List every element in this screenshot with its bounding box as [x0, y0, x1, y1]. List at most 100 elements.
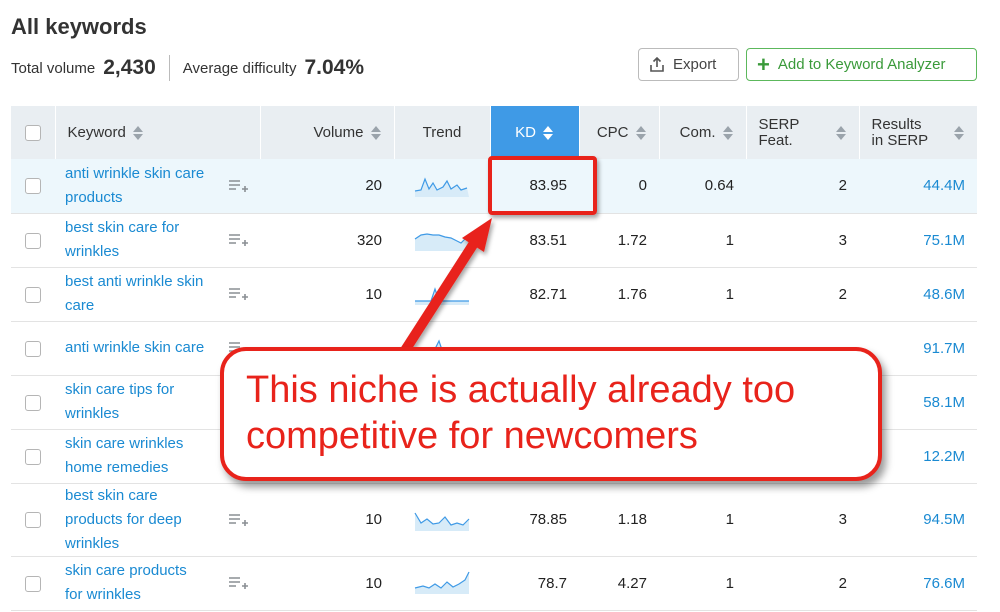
- row-checkbox[interactable]: [25, 232, 41, 249]
- row-checkbox[interactable]: [25, 178, 41, 195]
- column-header-serp-features[interactable]: SERP Feat.: [746, 106, 860, 159]
- export-button[interactable]: Export: [638, 48, 739, 81]
- row-checkbox[interactable]: [25, 286, 41, 303]
- trend-sparkline: [414, 512, 470, 531]
- column-header-results[interactable]: Results in SERP: [859, 106, 978, 159]
- trend-cell: [394, 213, 490, 268]
- keyword-link[interactable]: anti wrinkle skin care products: [65, 162, 205, 210]
- row-checkbox[interactable]: [25, 448, 41, 465]
- volume-cell: 10: [260, 267, 394, 322]
- volume-cell: 10: [260, 556, 394, 611]
- table-row[interactable]: skin care products for wrinkles 10 78.7 4.2…: [11, 556, 977, 611]
- kd-cell: 78.7: [490, 556, 579, 611]
- com-cell: 0.64: [659, 159, 746, 214]
- column-header-cpc[interactable]: CPC: [579, 106, 660, 159]
- total-volume-label: Total volume: [11, 59, 96, 77]
- row-select-cell: [11, 556, 55, 611]
- keyword-link[interactable]: skin care tips for wrinkles: [65, 378, 205, 426]
- column-label-com: Com.: [679, 124, 716, 141]
- table-row[interactable]: best skin care for wrinkles 320 83.51 1.72 1…: [11, 213, 977, 268]
- column-header-keyword[interactable]: Keyword: [55, 106, 261, 159]
- trend-sparkline: [414, 233, 470, 251]
- cpc-cell: 1.72: [579, 213, 659, 268]
- column-label-results: Results in SERP: [872, 117, 929, 149]
- column-label-kd: KD: [515, 124, 536, 141]
- plus-icon: +: [757, 51, 770, 77]
- row-checkbox[interactable]: [25, 394, 41, 411]
- select-all-checkbox[interactable]: [24, 125, 41, 142]
- total-volume-value: 2,430: [103, 56, 156, 79]
- keyword-cell: skin care products for wrinkles: [55, 556, 260, 611]
- trend-sparkline: [414, 177, 469, 197]
- results-link[interactable]: 48.6M: [859, 267, 977, 322]
- column-header-com[interactable]: Com.: [659, 106, 747, 159]
- table-row[interactable]: best anti wrinkle skin care 10 82.71 1.76 1 2…: [11, 267, 977, 322]
- column-label-cpc: CPC: [596, 124, 629, 141]
- serp-features-cell: 3: [746, 483, 859, 557]
- avg-difficulty-label: Average difficulty: [182, 59, 297, 77]
- kd-cell: 78.85: [490, 483, 579, 557]
- keyword-link[interactable]: skin care wrinkles home remedies: [65, 432, 205, 480]
- serp-features-cell: 2: [746, 267, 859, 322]
- trend-sparkline: [414, 571, 470, 594]
- annotation-callout: This niche is actually already too compe…: [220, 347, 882, 481]
- column-header-trend: Trend: [394, 106, 491, 159]
- volume-cell: 320: [260, 213, 394, 268]
- annotation-text: This niche is actually already too compe…: [246, 369, 796, 457]
- column-label-serp-line2: Feat.: [758, 132, 793, 149]
- trend-cell: [394, 267, 490, 322]
- results-link[interactable]: 76.6M: [859, 556, 977, 611]
- add-to-keyword-analyzer-button[interactable]: + Add to Keyword Analyzer: [746, 48, 977, 81]
- add-to-list-icon[interactable]: [228, 179, 248, 193]
- add-to-list-icon[interactable]: [228, 576, 248, 590]
- table-header-row: Keyword Volume Trend KD CPC Com. SERP Fea…: [11, 106, 978, 159]
- kd-cell: 82.71: [490, 267, 579, 322]
- sort-icon: [132, 125, 144, 141]
- column-label-keyword: Keyword: [67, 124, 126, 141]
- add-to-keyword-analyzer-label: Add to Keyword Analyzer: [777, 56, 946, 73]
- sort-icon: [542, 125, 554, 141]
- serp-features-cell: 3: [746, 213, 859, 268]
- column-header-kd[interactable]: KD: [490, 106, 580, 159]
- row-select-cell: [11, 375, 55, 430]
- page-title: All keywords: [11, 14, 147, 39]
- keyword-link[interactable]: skin care products for wrinkles: [65, 559, 205, 607]
- row-checkbox[interactable]: [25, 512, 41, 529]
- table-row[interactable]: best skin care products for deep wrinkle…: [11, 483, 977, 557]
- keyword-link[interactable]: best anti wrinkle skin care: [65, 270, 205, 318]
- com-cell: 1: [659, 213, 746, 268]
- results-link[interactable]: 94.5M: [859, 483, 977, 557]
- column-header-volume[interactable]: Volume: [260, 106, 395, 159]
- trend-cell: [394, 159, 490, 214]
- results-link[interactable]: 44.4M: [859, 159, 977, 214]
- keyword-link[interactable]: best skin care for wrinkles: [65, 216, 205, 264]
- add-to-list-icon[interactable]: [228, 233, 248, 247]
- column-label-trend: Trend: [422, 124, 462, 141]
- row-select-cell: [11, 321, 55, 376]
- row-checkbox[interactable]: [25, 340, 41, 357]
- results-link[interactable]: 75.1M: [859, 213, 977, 268]
- row-select-cell: [11, 159, 55, 214]
- cpc-cell: 4.27: [579, 556, 659, 611]
- row-checkbox[interactable]: [25, 575, 41, 592]
- summary-stats: Total volume 2,430 Average difficulty 7.…: [11, 54, 364, 82]
- sort-icon: [635, 125, 647, 141]
- column-label-results-line1: Results: [871, 116, 922, 133]
- keyword-link[interactable]: best skin care products for deep wrinkle…: [65, 484, 205, 556]
- row-select-cell: [11, 213, 55, 268]
- kd-cell: 83.51: [490, 213, 579, 268]
- column-label-volume: Volume: [313, 124, 364, 141]
- trend-cell: [394, 556, 490, 611]
- row-select-cell: [11, 267, 55, 322]
- com-cell: 1: [659, 483, 746, 557]
- export-icon: [650, 56, 664, 72]
- keyword-link[interactable]: anti wrinkle skin care: [65, 336, 205, 360]
- stats-divider: [168, 55, 170, 81]
- row-select-cell: [11, 429, 55, 484]
- column-label-serp-line1: SERP: [758, 116, 800, 133]
- cpc-cell: 1.18: [579, 483, 659, 557]
- add-to-list-icon[interactable]: [228, 287, 248, 301]
- add-to-list-icon[interactable]: [228, 513, 248, 527]
- keyword-cell: best anti wrinkle skin care: [55, 267, 260, 322]
- com-cell: 1: [659, 556, 746, 611]
